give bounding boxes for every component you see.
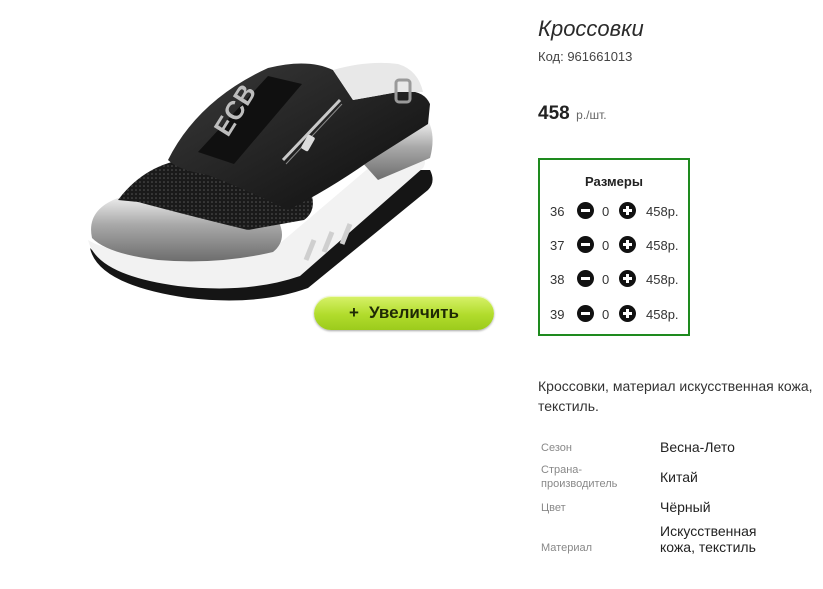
plus-icon: + <box>349 303 359 322</box>
quantity-value: 0 <box>602 272 610 287</box>
price-unit: р./шт. <box>576 108 607 122</box>
size-row: 38 0 458р. <box>540 270 690 290</box>
zoom-button[interactable]: + Увеличить <box>314 296 494 330</box>
price-amount: 458 <box>538 103 570 124</box>
size-row: 36 0 458р. <box>540 202 690 222</box>
decrease-quantity-button[interactable] <box>577 305 594 322</box>
increase-quantity-button[interactable] <box>619 236 636 253</box>
increase-quantity-button[interactable] <box>619 202 636 219</box>
decrease-quantity-button[interactable] <box>577 202 594 219</box>
product-code: Код: 961661013 <box>538 49 633 64</box>
attribute-value: Китай <box>660 469 698 485</box>
zoom-button-label: Увеличить <box>368 303 459 322</box>
attribute-label: Цвет <box>541 502 566 514</box>
product-description: Кроссовки, материал искусственная кожа, … <box>538 378 813 414</box>
increase-quantity-button[interactable] <box>619 305 636 322</box>
quantity-value: 0 <box>602 307 610 322</box>
sizes-box: Размеры 36 0 458р. 37 0 458р. 38 0 458р.… <box>538 158 690 336</box>
product-title: Кроссовки <box>538 16 644 41</box>
increase-quantity-button[interactable] <box>619 270 636 287</box>
quantity-value: 0 <box>602 204 610 219</box>
size-row: 37 0 458р. <box>540 236 690 256</box>
size-price: 458р. <box>646 204 679 219</box>
sizes-title: Размеры <box>585 174 643 189</box>
size-row: 39 0 458р. <box>540 305 690 325</box>
attribute-label: Материал <box>541 542 592 554</box>
size-price: 458р. <box>646 238 679 253</box>
decrease-quantity-button[interactable] <box>577 236 594 253</box>
product-price: 458 р./шт. <box>538 103 607 125</box>
attribute-value: Искусственная кожа, текстиль <box>660 523 757 555</box>
attribute-label: Сезон <box>541 442 572 454</box>
attribute-value: Весна-Лето <box>660 439 735 455</box>
size-price: 458р. <box>646 307 679 322</box>
quantity-value: 0 <box>602 238 610 253</box>
product-image: ECB <box>88 62 433 301</box>
size-label: 39 <box>550 307 565 322</box>
attribute-label: Страна-производитель <box>541 464 618 490</box>
size-label: 36 <box>550 204 565 219</box>
decrease-quantity-button[interactable] <box>577 270 594 287</box>
size-label: 37 <box>550 238 565 253</box>
attribute-value: Чёрный <box>660 499 711 515</box>
size-price: 458р. <box>646 272 679 287</box>
size-label: 38 <box>550 272 565 287</box>
